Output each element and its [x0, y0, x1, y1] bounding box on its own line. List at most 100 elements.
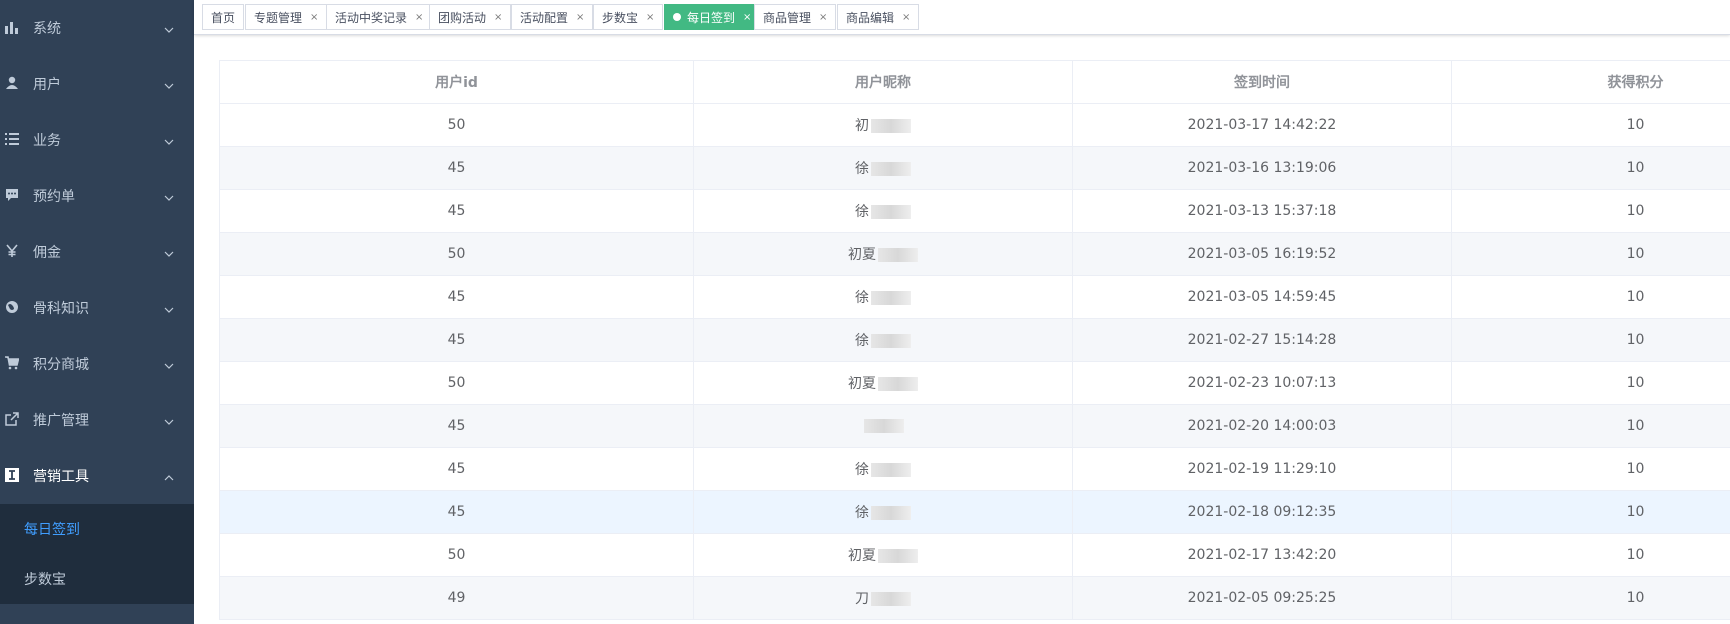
close-icon[interactable]: × [902, 12, 910, 23]
tag-3[interactable]: 团购活动 × [429, 4, 512, 30]
close-icon[interactable]: × [646, 12, 654, 23]
chevron-down-icon [164, 79, 174, 89]
cell-signin-time: 2021-03-13 15:37:18 [1072, 189, 1452, 233]
bar-chart-icon [4, 19, 20, 35]
active-dot-icon [673, 13, 681, 21]
chevron-down-icon [164, 415, 174, 425]
nickname-text: 徐 [855, 333, 869, 349]
sidebar-menu-7[interactable]: 推广管理 [0, 392, 194, 448]
table-row[interactable]: 45 徐 2021-03-05 14:59:45 10 [219, 275, 1730, 319]
cell-user-id: 45 [219, 146, 694, 190]
table-row[interactable]: 50 初夏 2021-02-17 13:42:20 10 [219, 533, 1730, 577]
sidebar-menu-8[interactable]: 营销工具 [0, 448, 194, 504]
column-header-signin-time[interactable]: 签到时间 [1072, 60, 1452, 104]
tag-0[interactable]: 首页 [202, 4, 245, 30]
chevron-down-icon [164, 191, 174, 201]
blurred-nickname [871, 291, 911, 305]
table-row[interactable]: 45 徐 2021-02-18 09:12:35 10 [219, 490, 1730, 534]
blurred-nickname [871, 119, 911, 133]
cell-nickname: 初夏 [693, 232, 1073, 276]
sidebar-menu-label: 用户 [33, 77, 61, 93]
table-row[interactable]: 45 徐 2021-02-27 15:14:28 10 [219, 318, 1730, 362]
table-row[interactable]: 45 徐 2021-03-16 13:19:06 10 [219, 146, 1730, 190]
table-header-row: 用户id 用户昵称 签到时间 获得积分 [219, 60, 1730, 104]
table-row[interactable]: 50 初 2021-03-17 14:42:22 10 [219, 103, 1730, 147]
sidebar-menu-label: 业务 [33, 133, 61, 149]
close-icon[interactable]: × [494, 12, 502, 23]
tag-label: 首页 [211, 10, 236, 25]
tag-label: 每日签到 [687, 10, 736, 25]
sidebar-menu-6[interactable]: 积分商城 [0, 336, 194, 392]
sidebar-menu-1[interactable]: 用户 [0, 56, 194, 112]
cell-nickname: 徐 [693, 447, 1073, 491]
nickname-text: 初 [855, 118, 869, 134]
tag-label: 团购活动 [438, 10, 487, 25]
close-icon[interactable]: × [576, 12, 584, 23]
cell-user-id: 49 [219, 576, 694, 620]
tags-view-bar: 首页 专题管理 × 活动中奖记录 × 团购活动 × 活动配置 × 步数宝 × 每日签到 × 商品管理 × 商品… [194, 0, 1730, 35]
user-icon [4, 75, 20, 91]
chevron-down-icon [164, 135, 174, 145]
blurred-nickname [871, 334, 911, 348]
cell-nickname: 徐 [693, 189, 1073, 233]
cell-nickname: 徐 [693, 318, 1073, 362]
tag-8[interactable]: 商品编辑 × [837, 4, 920, 30]
cell-points: 10 [1451, 103, 1730, 147]
tag-5[interactable]: 步数宝 × [593, 4, 664, 30]
sidebar-menu-label: 营销工具 [33, 469, 89, 485]
table-row[interactable]: 45 徐 2021-03-13 15:37:18 10 [219, 189, 1730, 233]
sidebar-menu-5[interactable]: 骨科知识 [0, 280, 194, 336]
cell-signin-time: 2021-02-18 09:12:35 [1072, 490, 1452, 534]
table-row[interactable]: 49 刀 2021-02-05 09:25:25 10 [219, 576, 1730, 620]
nickname-text: 徐 [855, 462, 869, 478]
cell-nickname: 初 [693, 103, 1073, 147]
sidebar-menu-3[interactable]: 预约单 [0, 168, 194, 224]
table-row[interactable]: 50 初夏 2021-02-23 10:07:13 10 [219, 361, 1730, 405]
sidebar-menu-4[interactable]: 佣金 [0, 224, 194, 280]
blurred-nickname [878, 248, 918, 262]
cell-nickname: 徐 [693, 275, 1073, 319]
cell-signin-time: 2021-02-19 11:29:10 [1072, 447, 1452, 491]
sidebar-subitem-1[interactable]: 步数宝 [0, 554, 194, 604]
tag-1[interactable]: 专题管理 × [245, 4, 328, 30]
tag-label: 步数宝 [602, 10, 639, 25]
cell-nickname: 刀 [693, 576, 1073, 620]
sidebar-menu-0[interactable]: 系统 [0, 0, 194, 56]
sidebar-menu-label: 系统 [33, 21, 61, 37]
close-icon[interactable]: × [819, 12, 827, 23]
blurred-nickname [871, 463, 911, 477]
tag-4[interactable]: 活动配置 × [511, 4, 594, 30]
cell-signin-time: 2021-02-27 15:14:28 [1072, 318, 1452, 362]
tag-6[interactable]: 每日签到 × [664, 4, 761, 30]
cell-nickname: 徐 [693, 146, 1073, 190]
table-row[interactable]: 45 2021-02-20 14:00:03 10 [219, 404, 1730, 448]
nickname-text: 初夏 [848, 376, 876, 392]
cell-user-id: 45 [219, 447, 694, 491]
cell-signin-time: 2021-03-17 14:42:22 [1072, 103, 1452, 147]
close-icon[interactable]: × [415, 12, 423, 23]
close-icon[interactable]: × [743, 12, 751, 23]
sidebar-menu-2[interactable]: 业务 [0, 112, 194, 168]
column-header-points[interactable]: 获得积分 [1451, 60, 1730, 104]
close-icon[interactable]: × [310, 12, 318, 23]
tag-label: 活动中奖记录 [335, 10, 408, 25]
tag-7[interactable]: 商品管理 × [754, 4, 837, 30]
nickname-text: 刀 [855, 591, 869, 607]
column-header-user-id[interactable]: 用户id [219, 60, 694, 104]
tag-label: 专题管理 [254, 10, 303, 25]
cell-points: 10 [1451, 576, 1730, 620]
cell-points: 10 [1451, 490, 1730, 534]
table-row[interactable]: 45 徐 2021-02-19 11:29:10 10 [219, 447, 1730, 491]
cell-user-id: 45 [219, 318, 694, 362]
chevron-down-icon [164, 23, 174, 33]
text-cursor-icon [4, 467, 20, 483]
blurred-nickname [878, 377, 918, 391]
tag-2[interactable]: 活动中奖记录 × [326, 4, 433, 30]
cell-user-id: 45 [219, 404, 694, 448]
table-row[interactable]: 50 初夏 2021-03-05 16:19:52 10 [219, 232, 1730, 276]
column-header-nickname[interactable]: 用户昵称 [693, 60, 1073, 104]
external-link-icon [4, 411, 20, 427]
nickname-text: 初夏 [848, 247, 876, 263]
sidebar-subitem-0[interactable]: 每日签到 [0, 504, 194, 554]
blurred-nickname [871, 592, 911, 606]
